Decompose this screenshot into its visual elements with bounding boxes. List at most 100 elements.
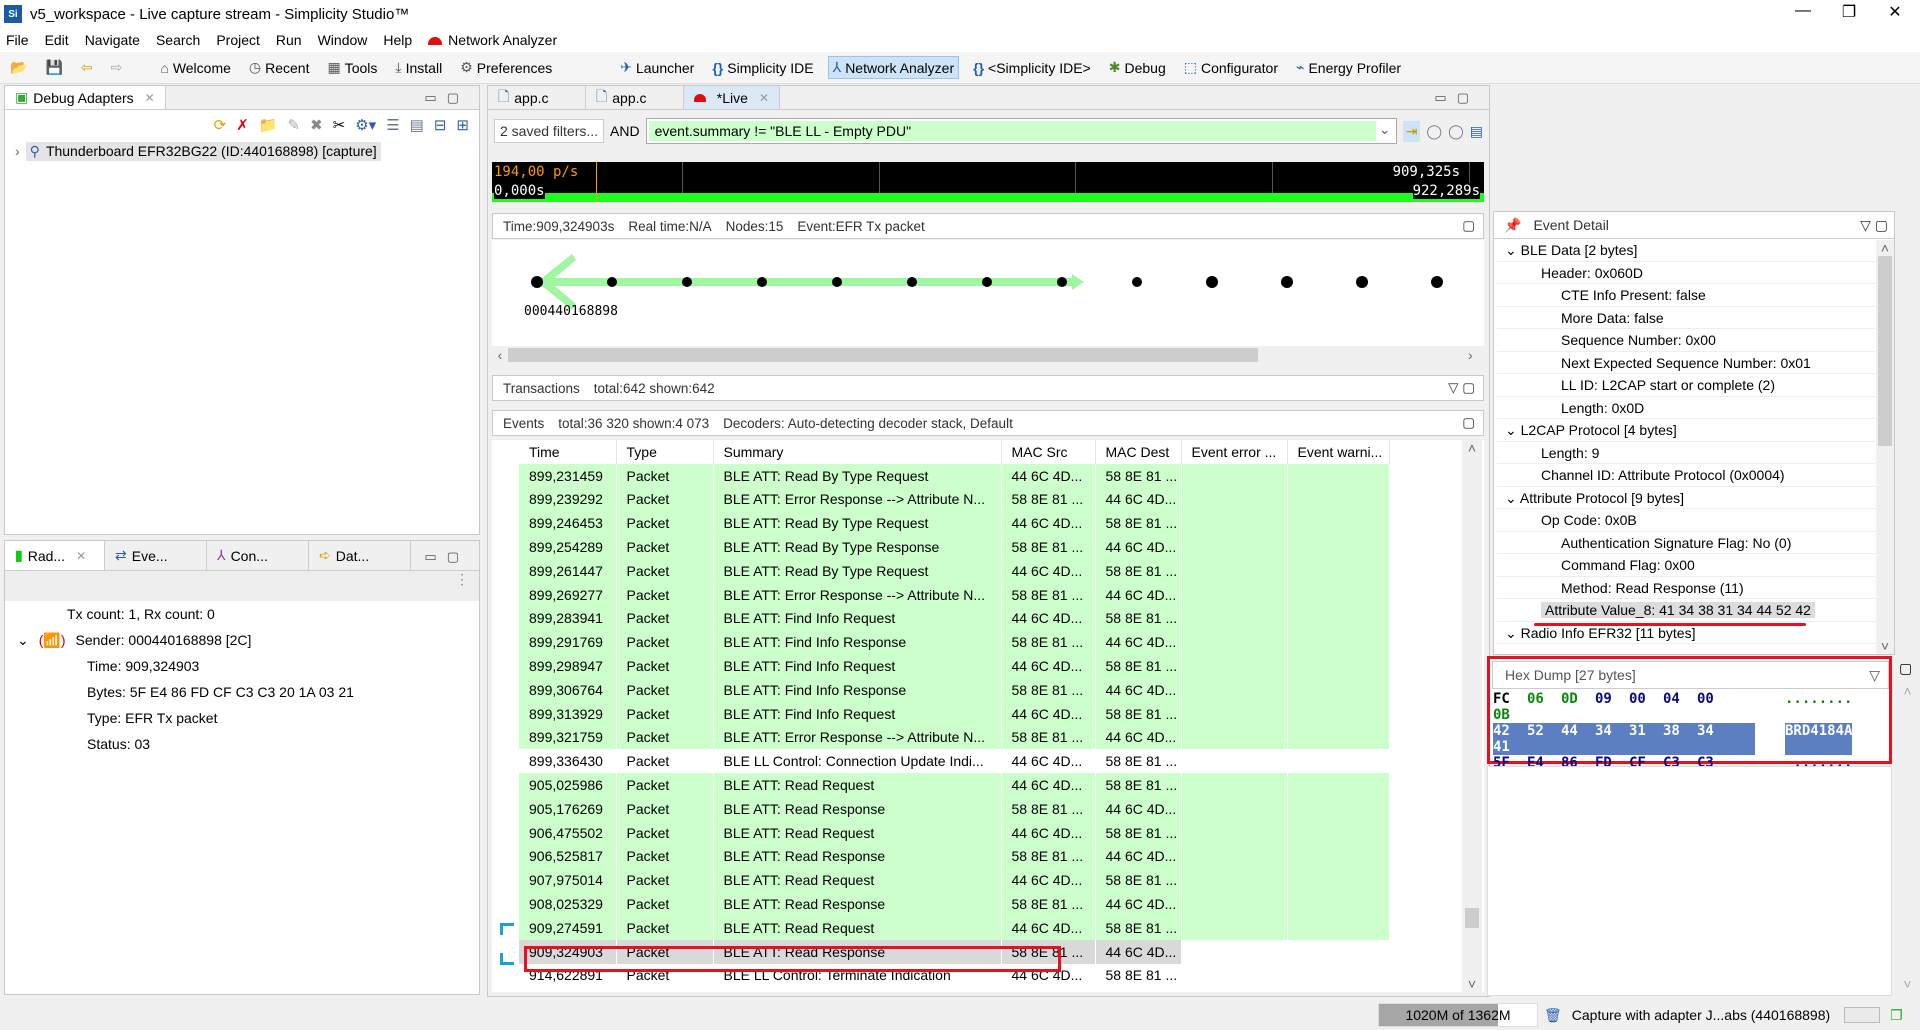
chevron-down-icon[interactable]: ⌄ — [1376, 121, 1394, 141]
tree-item[interactable]: More Data: false — [1497, 307, 1890, 329]
tab-debug-adapters[interactable]: ▣ Debug Adapters ✕ — [5, 86, 166, 109]
maximize-button[interactable]: ❐ — [1826, 2, 1872, 22]
table-row[interactable]: 905,176269 Packet BLE ATT: Read Response 58… — [519, 796, 1390, 821]
preferences-button[interactable]: ⚙ Preferences — [456, 57, 556, 78]
scrollbar-thumb[interactable] — [1878, 256, 1892, 446]
table-row[interactable]: 905,025986 Packet BLE ATT: Read Request 44 … — [519, 773, 1390, 797]
open-icon[interactable]: 📂 — [6, 57, 31, 78]
table-row[interactable]: 906,475502 Packet BLE ATT: Read Request 44 … — [519, 820, 1390, 845]
menu-help[interactable]: Help — [383, 32, 412, 48]
table-row[interactable]: 899,269277 Packet BLE ATT: Error Response … — [519, 582, 1390, 607]
table-row[interactable]: 899,298947 Packet BLE ATT: Find Info Reque… — [519, 654, 1390, 678]
folder-icon[interactable]: 📁 — [259, 116, 278, 134]
tree-item[interactable]: Op Code: 0x0B — [1497, 509, 1890, 532]
tree-item[interactable]: Command Flag: 0x00 — [1497, 554, 1890, 577]
view-menu-maximize-icons[interactable]: ▽ ▢ — [1860, 217, 1888, 234]
forward-icon[interactable]: ⇨ — [107, 57, 127, 78]
recent-button[interactable]: ◷ Recent — [245, 57, 314, 78]
chevron-down-icon[interactable]: ⌄ — [1505, 625, 1521, 641]
tree-item[interactable]: Attribute Value_8: 41 34 38 31 34 44 52 … — [1497, 599, 1890, 622]
table-row[interactable]: 899,239292 Packet BLE ATT: Error Response … — [519, 487, 1390, 512]
maximize-icon[interactable]: ▢ — [1462, 218, 1475, 234]
table-row[interactable]: 899,291769 Packet BLE ATT: Find Info Respo… — [519, 630, 1390, 655]
tree-item[interactable]: Header: 0x060D — [1497, 262, 1890, 284]
expand-maximize-icons[interactable]: ▽ ▢ — [1448, 380, 1475, 396]
filter-apply-icon[interactable]: ⇥ — [1402, 120, 1421, 142]
tree-item-device[interactable]: › ⚲ Thunderboard EFR32BG22 (ID:440168898)… — [5, 140, 479, 162]
tools-icon[interactable]: ✂ — [333, 116, 346, 134]
table-row[interactable]: 899,283941 Packet BLE ATT: Find Info Reque… — [519, 606, 1390, 631]
install-button[interactable]: ⤓ Install — [391, 57, 446, 78]
menu-navigate[interactable]: Navigate — [85, 32, 140, 48]
table-row[interactable]: 899,313929 Packet BLE ATT: Find Info Reque… — [519, 701, 1390, 726]
perspective-debug[interactable]: ✱ Debug — [1105, 57, 1170, 78]
view-menu-icon[interactable]: ▽ — [1869, 667, 1880, 684]
perspective-energy-profiler[interactable]: ⌁ Energy Profiler — [1292, 57, 1405, 78]
tools-button[interactable]: ▦ Tools — [323, 57, 381, 78]
table-row[interactable]: 909,274591 Packet BLE ATT: Read Request 44 … — [519, 915, 1390, 940]
table-icon[interactable]: ☰ — [386, 116, 399, 134]
menu-search[interactable]: Search — [156, 32, 200, 48]
table-row[interactable]: 899,306764 Packet BLE ATT: Find Info Respo… — [519, 677, 1390, 702]
tree-item[interactable]: Sequence Number: 0x00 — [1497, 329, 1890, 352]
chevron-down-icon[interactable]: ⌄ — [17, 627, 29, 653]
chevron-down-icon[interactable]: ⌄ — [1505, 490, 1520, 506]
close-icon[interactable]: ✕ — [76, 549, 86, 563]
menu-network-analyzer[interactable]: Network Analyzer — [428, 32, 573, 48]
maximize-icon[interactable]: ▢ — [1895, 660, 1912, 676]
tree-item[interactable]: Channel ID: Attribute Protocol (0x0004) — [1497, 464, 1890, 487]
menu-edit[interactable]: Edit — [45, 32, 69, 48]
maximize-icon[interactable]: ▢ — [1462, 415, 1475, 431]
tree-item[interactable]: ⌄ BLE Data [2 bytes] — [1497, 239, 1890, 262]
table-row[interactable]: 899,231459 Packet BLE ATT: Read By Type Re… — [519, 463, 1390, 488]
tree-item[interactable]: Authentication Signature Flag: No (0) — [1497, 532, 1890, 554]
table-row[interactable]: 899,261447 Packet BLE ATT: Read By Type Re… — [519, 558, 1390, 583]
close-button[interactable]: ✕ — [1872, 2, 1918, 22]
edit-icon[interactable]: ✎ — [287, 116, 300, 134]
refresh-icon[interactable]: ⟳ — [214, 116, 227, 134]
hex-line[interactable]: FC 06 0D 09 00 04 00 0B........ — [1490, 691, 1889, 723]
vertical-scrollbar[interactable]: ˄ ˅ — [1462, 440, 1482, 992]
minimize-maximize-icons[interactable]: ▭▢ — [424, 549, 469, 565]
close-icon[interactable]: ✕ — [759, 91, 769, 105]
vertical-scrollbar[interactable]: ˄ ˅ — [1876, 240, 1894, 654]
column-header[interactable]: MAC Dest — [1095, 440, 1182, 464]
menu-project[interactable]: Project — [216, 32, 260, 48]
table-row[interactable]: 907,975014 Packet BLE ATT: Read Request 44 … — [519, 868, 1390, 893]
timeline-chart[interactable]: 194,00 p/s 0,000s 909,325s 922,289s — [492, 162, 1484, 202]
tree-item[interactable]: LL ID: L2CAP start or complete (2) — [1497, 374, 1890, 397]
tree-item[interactable]: ⌄ Attribute Protocol [9 bytes] — [1497, 487, 1890, 509]
scrollbar-thumb[interactable] — [508, 348, 1258, 362]
perspective-configurator[interactable]: ⬚ Configurator — [1180, 57, 1282, 78]
delete-icon[interactable]: ✖ — [310, 116, 323, 134]
horizontal-scrollbar[interactable]: ‹ › — [492, 346, 1484, 364]
menu-run[interactable]: Run — [276, 32, 302, 48]
save-icon[interactable]: 💾 — [41, 57, 66, 78]
tree-item[interactable]: Method: Read Response (11) — [1497, 577, 1890, 599]
tree-item[interactable]: CTE Info Present: false — [1497, 284, 1890, 307]
table-row[interactable]: 906,525817 Packet BLE ATT: Read Response 58… — [519, 844, 1390, 869]
menu-file[interactable]: File — [6, 32, 29, 48]
table-row[interactable]: 908,025329 Packet BLE ATT: Read Response 58… — [519, 892, 1390, 916]
scrollbar-thumb[interactable] — [1465, 908, 1479, 928]
disconnect-icon[interactable]: ✗ — [236, 116, 249, 134]
hex-line[interactable]: 42 52 44 34 31 38 34 41 BRD4184A — [1490, 723, 1889, 755]
column-header[interactable]: MAC Src — [1001, 440, 1096, 464]
tab-events[interactable]: ⇄ Eve... — [105, 541, 207, 570]
windows-icon[interactable]: ❐ — [1890, 1007, 1903, 1024]
table-row[interactable]: 899,336430 Packet BLE LL Control: Connecti… — [519, 749, 1390, 774]
tab-connections[interactable]: ⅄ Con... — [207, 541, 309, 570]
table-row[interactable]: 899,254289 Packet BLE ATT: Read By Type Re… — [519, 535, 1390, 559]
chevron-down-icon[interactable]: ⌄ — [1505, 242, 1521, 258]
tree-item[interactable]: Next Expected Sequence Number: 0x01 — [1497, 352, 1890, 374]
tab-radio[interactable]: ▮ Rad... ✕ — [5, 541, 105, 570]
minimize-maximize-icons[interactable]: ▭▢ — [1434, 90, 1479, 106]
node-diagram[interactable]: 000440168898 — [492, 240, 1484, 346]
view-menu-icon[interactable]: ⋮ — [5, 571, 479, 601]
expand-icon[interactable]: ⊞ — [456, 116, 469, 134]
down-arrow-circle-icon[interactable]: ◯ — [1426, 123, 1442, 140]
gear-icon[interactable]: ⚙▾ — [355, 116, 376, 134]
tab-app-c-2[interactable]: 🗋 app.c — [586, 86, 684, 109]
menu-window[interactable]: Window — [318, 32, 368, 48]
welcome-button[interactable]: ⌂ Welcome — [156, 58, 235, 78]
